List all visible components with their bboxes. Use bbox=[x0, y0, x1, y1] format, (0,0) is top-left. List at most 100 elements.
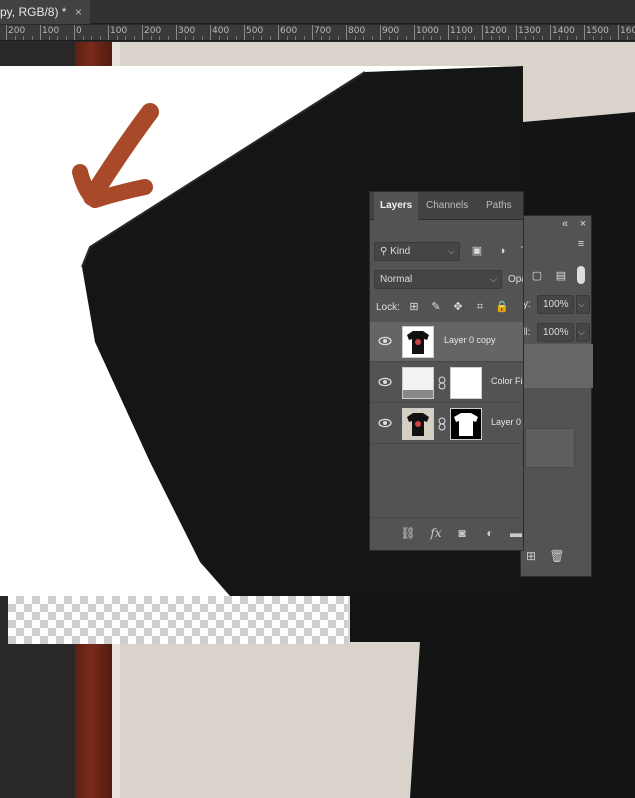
blend-mode-value: Normal bbox=[380, 274, 413, 285]
ruler-label: 1000 bbox=[416, 26, 439, 36]
ruler-minor-tick bbox=[82, 36, 84, 40]
fill-label: ll: bbox=[523, 327, 531, 338]
ruler-minor-tick bbox=[133, 36, 135, 40]
adjustment-layer-icon[interactable]: ◐ bbox=[482, 525, 498, 541]
blend-mode-select[interactable]: Normal ⌵ bbox=[374, 270, 502, 289]
pixel-layer-filter-icon[interactable]: ▣ bbox=[469, 243, 485, 259]
panel-menu-icon[interactable]: ≡ bbox=[573, 236, 589, 252]
lock-position-icon[interactable]: ✥ bbox=[450, 299, 466, 315]
layer-row-layer-0[interactable]: Layer 0 bbox=[370, 404, 523, 444]
opacity-value-field[interactable]: 100% bbox=[537, 295, 574, 314]
ruler-minor-tick bbox=[473, 36, 475, 40]
adjustment-layer-filter-icon[interactable]: ◑ bbox=[494, 243, 510, 259]
fill-value: 100% bbox=[543, 327, 569, 338]
ruler-minor-tick bbox=[269, 36, 271, 40]
ruler-tick bbox=[176, 25, 177, 40]
link-layers-icon[interactable]: ⛓ bbox=[400, 525, 416, 541]
layer-name[interactable]: Color Fi bbox=[491, 376, 523, 386]
artboard-filter-icon[interactable]: ▢ bbox=[529, 268, 545, 284]
layer-mask-thumbnail[interactable] bbox=[450, 367, 482, 399]
layer-row-color-fill[interactable]: Color Fi bbox=[370, 363, 523, 403]
tab-paths[interactable]: Paths bbox=[486, 192, 512, 220]
ruler-minor-tick bbox=[91, 36, 92, 40]
layer-name[interactable]: Layer 0 bbox=[491, 417, 521, 427]
ruler-minor-tick bbox=[23, 36, 24, 40]
visibility-eye-icon[interactable] bbox=[378, 416, 392, 430]
ruler-minor-tick bbox=[201, 36, 203, 40]
tab-layers[interactable]: Layers bbox=[374, 192, 419, 221]
ruler-tick bbox=[380, 25, 381, 40]
ruler-tick bbox=[312, 25, 313, 40]
ruler-label: 0 bbox=[76, 26, 82, 36]
ruler-label: 200 bbox=[144, 26, 162, 36]
lock-label: Lock: bbox=[376, 302, 400, 313]
fill-dropdown[interactable]: ⌵ bbox=[576, 323, 590, 342]
ruler-tick bbox=[108, 25, 109, 40]
opacity-label: Opa bbox=[508, 274, 523, 285]
ruler-label: 400 bbox=[212, 26, 230, 36]
ruler-minor-tick bbox=[286, 36, 288, 40]
layer-row-layer-0-copy[interactable]: Layer 0 copy bbox=[370, 322, 523, 362]
ruler-minor-tick bbox=[303, 36, 305, 40]
layer-thumbnail bbox=[402, 326, 434, 358]
lock-artboard-icon[interactable]: ⌗ bbox=[472, 299, 488, 315]
lock-all-icon[interactable]: 🔒 bbox=[494, 299, 510, 315]
layer-filter-kind[interactable]: ⚲ Kind ⌵ bbox=[374, 242, 460, 261]
ruler-minor-tick bbox=[405, 36, 407, 40]
ruler-minor-tick bbox=[490, 36, 492, 40]
chevron-down-icon: ⌵ bbox=[490, 274, 497, 284]
new-group-icon[interactable]: ▬ bbox=[508, 525, 523, 541]
ruler-minor-tick bbox=[337, 36, 339, 40]
chain-link-icon[interactable] bbox=[438, 376, 446, 390]
ruler-label: 1500 bbox=[586, 26, 609, 36]
delete-layer-icon[interactable]: 🗑 bbox=[549, 548, 565, 564]
ruler-minor-tick bbox=[363, 36, 364, 40]
ruler-label: 1400 bbox=[552, 26, 575, 36]
ruler-minor-tick bbox=[507, 36, 509, 40]
close-tab-icon[interactable]: × bbox=[75, 0, 82, 24]
visibility-eye-icon[interactable] bbox=[378, 334, 392, 348]
ruler-label: 100 bbox=[110, 26, 128, 36]
document-tab[interactable]: py, RGB/8) * × bbox=[0, 0, 90, 24]
ruler-minor-tick bbox=[354, 36, 356, 40]
layer-mask-thumbnail[interactable] bbox=[450, 408, 482, 440]
ruler-minor-tick bbox=[388, 36, 390, 40]
layer-scroll-area[interactable] bbox=[525, 428, 575, 468]
visibility-eye-icon[interactable] bbox=[378, 375, 392, 389]
chain-link-icon[interactable] bbox=[438, 417, 446, 431]
ruler-tick bbox=[40, 25, 41, 40]
ruler-label: 200 bbox=[8, 26, 26, 36]
layer-name[interactable]: Layer 0 copy bbox=[444, 335, 496, 345]
search-icon: ⚲ bbox=[380, 246, 391, 257]
new-layer-icon[interactable]: ⊞ bbox=[523, 548, 539, 564]
layers-panel: Layers Channels Paths ⚲ Kind ⌵ ▣ ◑ T Nor… bbox=[369, 191, 524, 551]
ruler-minor-tick bbox=[592, 36, 594, 40]
ruler-minor-tick bbox=[31, 36, 33, 40]
ruler-tick bbox=[550, 25, 551, 40]
ruler-tick bbox=[210, 25, 211, 40]
ruler-minor-tick bbox=[184, 36, 186, 40]
fx-icon[interactable]: fx bbox=[428, 525, 444, 541]
ruler-tick bbox=[516, 25, 517, 40]
collapse-panel-icon[interactable]: « bbox=[557, 216, 573, 232]
tab-channels[interactable]: Channels bbox=[426, 192, 468, 220]
ruler-minor-tick bbox=[227, 36, 228, 40]
ruler-label: 1200 bbox=[484, 26, 507, 36]
filter-toggle[interactable] bbox=[577, 266, 585, 284]
close-panel-icon[interactable]: × bbox=[575, 216, 591, 232]
smart-object-filter-icon[interactable]: ▤ bbox=[553, 268, 569, 284]
type-layer-filter-icon[interactable]: T bbox=[516, 243, 523, 259]
panel-tabs: Layers Channels Paths bbox=[370, 192, 523, 221]
horizontal-ruler[interactable]: 200 100 0 100 200 300 400 500 600 700 800 900 1000 11… bbox=[0, 25, 635, 41]
ruler-minor-tick bbox=[218, 36, 220, 40]
fill-value-field[interactable]: 100% bbox=[537, 323, 574, 342]
ruler-minor-tick bbox=[431, 36, 432, 40]
add-mask-icon[interactable]: ◙ bbox=[454, 525, 470, 541]
selected-row-highlight bbox=[521, 344, 593, 388]
opacity-dropdown[interactable]: ⌵ bbox=[576, 295, 590, 314]
lock-transparent-pixels-icon[interactable]: ⊞ bbox=[406, 299, 422, 315]
ruler-tick bbox=[618, 25, 619, 40]
ruler-label: 300 bbox=[178, 26, 196, 36]
lock-image-pixels-icon[interactable]: ✎ bbox=[428, 299, 444, 315]
chevron-down-icon: ⌵ bbox=[578, 327, 585, 337]
